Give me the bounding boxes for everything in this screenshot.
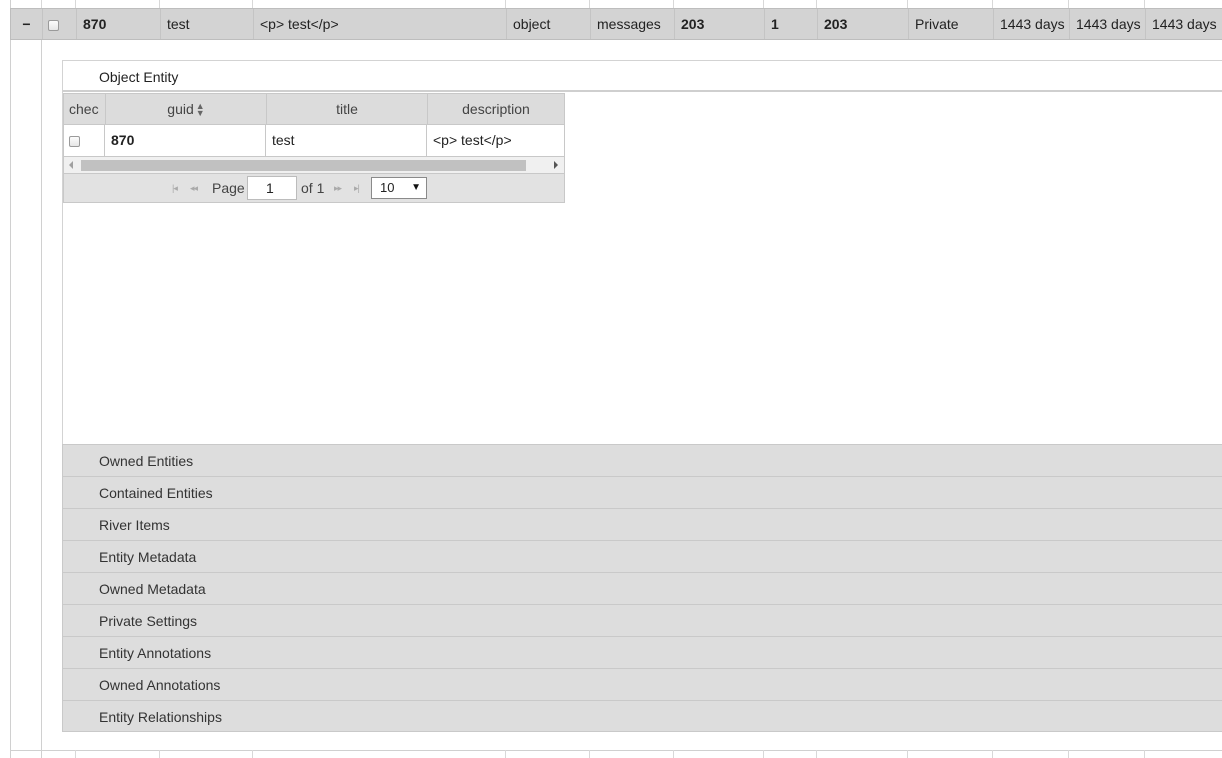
cell-type: object [506,9,590,39]
next-page-icon[interactable]: ▸▸ [334,183,342,194]
pager: |◂ ◂◂ Page of 1 ▸▸ ▸| 10 ▼ [63,174,565,203]
section-entity-relationships[interactable]: Entity Relationships [62,700,1222,732]
last-page-icon[interactable]: ▸| [354,183,360,194]
section-owned-annotations[interactable]: Owned Annotations [62,668,1222,700]
section-river-items[interactable]: River Items [62,508,1222,540]
grid-header: chec guid ▲ ▼ title description [63,93,565,125]
section-label: Entity Annotations [99,645,212,661]
row-select-cell[interactable] [42,9,76,39]
cell-owner-guid: 203 [674,9,764,39]
cell-subtype: messages [590,9,674,39]
column-header-guid[interactable]: guid ▲ ▼ [105,94,266,124]
cell-time-created: 1443 days a [993,9,1069,39]
row-title: test [265,125,426,156]
section-owned-entities[interactable]: Owned Entities [62,444,1222,476]
scrollbar-thumb[interactable] [81,160,526,171]
cell-description: <p> test</p> [253,9,506,39]
grid-inner-border [41,40,42,758]
section-label: Owned Entities [99,453,194,469]
panel-title: Object Entity [99,69,179,85]
first-page-icon[interactable]: |◂ [172,183,178,194]
cell-container-guid: 203 [817,9,908,39]
section-label: Owned Annotations [99,677,221,693]
cell-site-guid: 1 [764,9,817,39]
row-description: <p> test</p> [426,125,564,156]
prev-page-icon[interactable]: ◂◂ [190,183,198,194]
row-checkbox[interactable] [69,135,80,147]
object-entity-header[interactable]: Object Entity [62,60,1222,92]
section-label: Entity Relationships [99,709,222,725]
section-label: Private Settings [99,613,198,629]
column-header-description[interactable]: description [427,94,564,124]
grid-left-border [10,0,11,758]
section-label: Owned Metadata [99,581,206,597]
cell-title: test [160,9,253,39]
column-header-check[interactable]: chec [64,94,105,124]
cell-access: Private [908,9,993,39]
table-row[interactable]: 870 test <p> test</p> [63,125,565,156]
section-label: Entity Metadata [99,549,197,565]
page-label: Page [212,180,245,196]
cell-last-action: 1443 days [1145,9,1222,39]
section-contained-entities[interactable]: Contained Entities [62,476,1222,508]
horizontal-scrollbar[interactable] [63,156,565,174]
section-owned-metadata[interactable]: Owned Metadata [62,572,1222,604]
rows-per-page-select[interactable]: 10 ▼ [371,177,427,199]
rows-per-page-value: 10 [380,180,395,195]
column-header-guid-label: guid [167,101,194,117]
section-label: River Items [99,517,170,533]
cell-guid: 870 [76,9,160,39]
entity-detail-panel: Object Entity chec guid ▲ ▼ title descript… [62,60,1222,732]
row-select-cell[interactable] [64,125,104,156]
page-count-label: of 1 [301,180,325,196]
section-entity-annotations[interactable]: Entity Annotations [62,636,1222,668]
section-entity-metadata[interactable]: Entity Metadata [62,540,1222,572]
page-number-input[interactable] [247,176,297,200]
section-private-settings[interactable]: Private Settings [62,604,1222,636]
row-guid: 870 [104,125,265,156]
column-header-title[interactable]: title [266,94,427,124]
scroll-left-icon[interactable] [69,161,73,169]
entity-sections-accordion: Owned Entities Contained Entities River … [62,444,1222,732]
chevron-down-icon: ▼ [411,182,421,193]
row-checkbox[interactable] [48,19,59,31]
cell-time-updated: 1443 days a [1069,9,1145,39]
collapse-row-button[interactable]: − [11,9,42,39]
object-entity-grid: chec guid ▲ ▼ title description 870 test <… [63,93,565,203]
section-label: Contained Entities [99,485,213,501]
sort-arrows-icon[interactable]: ▲ ▼ [196,102,205,118]
scroll-right-icon[interactable] [554,161,558,169]
grid-bottom-rule [10,750,1222,751]
entity-row[interactable]: − 870 test <p> test</p> object messages … [10,8,1222,40]
